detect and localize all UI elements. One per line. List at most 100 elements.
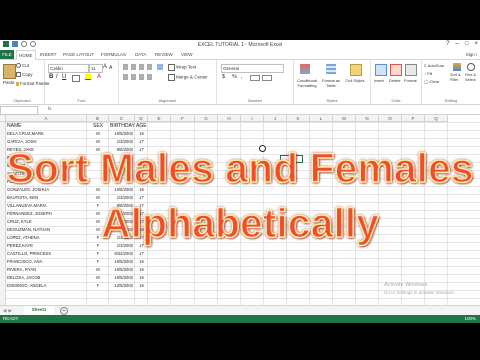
clear-button[interactable]: ◯ Clear [424, 79, 439, 84]
cell-name[interactable]: DELA CRUZ,MARK [7, 130, 44, 138]
insert-cells-icon[interactable] [375, 64, 387, 76]
column-header-g[interactable]: G [195, 115, 218, 122]
column-header-j[interactable]: J [264, 115, 287, 122]
cell-birthday[interactable]: 10/5/2002 [109, 258, 133, 266]
paste-icon[interactable] [3, 64, 16, 79]
column-header-b[interactable]: B [87, 115, 109, 122]
column-header-n[interactable]: N [356, 115, 379, 122]
conditional-formatting-button[interactable]: Conditional Formatting [296, 78, 318, 88]
column-header-c[interactable]: C [109, 115, 135, 122]
percent-format-button[interactable]: % [232, 74, 237, 80]
find-select-icon[interactable] [467, 63, 475, 71]
borders-icon[interactable] [72, 75, 80, 82]
underline-icon[interactable]: U [62, 74, 66, 80]
tab-file[interactable]: FILE [0, 50, 14, 59]
font-color-icon[interactable]: A [97, 74, 101, 80]
decrease-decimal-icon[interactable] [262, 75, 272, 81]
fill-button[interactable]: ↓ Fill [424, 71, 432, 76]
comma-format-button[interactable]: , [241, 74, 243, 80]
delete-cells-button[interactable]: Delete [389, 78, 401, 83]
column-header-i[interactable]: I [241, 115, 264, 122]
font-size-select[interactable]: 11 [89, 64, 103, 73]
cell-sex[interactable]: M [87, 274, 109, 282]
tab-formulas[interactable]: FORMULAS [101, 52, 126, 57]
cell-age[interactable]: 16 [135, 258, 148, 266]
tab-data[interactable]: DATA [135, 52, 146, 57]
delete-cells-icon[interactable] [390, 64, 402, 76]
number-format-select[interactable]: General [221, 64, 284, 73]
format-cells-icon[interactable] [405, 64, 417, 76]
cell-sex[interactable]: M [87, 266, 109, 274]
cell-birthday[interactable]: 10/5/2002 [109, 266, 133, 274]
add-sheet-icon[interactable]: + [60, 307, 68, 315]
cell-styles-button[interactable]: Cell Styles [344, 78, 366, 83]
tab-view[interactable]: VIEW [181, 52, 193, 57]
find-select-button[interactable]: Find & Select [465, 73, 480, 82]
copy-button[interactable]: Copy [16, 72, 33, 78]
grow-font-icon[interactable]: A [103, 64, 107, 70]
insert-cells-button[interactable]: Insert [374, 78, 384, 83]
paste-button[interactable]: Paste [3, 80, 15, 85]
bold-icon[interactable]: B [49, 74, 53, 80]
autosum-button[interactable]: Σ AutoSum [424, 63, 444, 68]
shrink-font-icon[interactable]: A [109, 65, 112, 71]
italic-icon[interactable]: I [56, 74, 58, 80]
column-header-p[interactable]: P [402, 115, 425, 122]
column-header-h[interactable]: H [218, 115, 241, 122]
zoom-level[interactable]: 100% [464, 316, 476, 321]
close-icon[interactable]: × [474, 41, 478, 47]
wrap-text-button[interactable]: Wrap Text [168, 64, 196, 71]
fx-icon[interactable]: fx [48, 106, 52, 111]
cell-birthday[interactable]: 12/5/2002 [109, 282, 133, 290]
orientation-icon[interactable] [157, 64, 163, 70]
cell-age[interactable]: 16 [135, 266, 148, 274]
sort-filter-button[interactable]: Sort & Filter [450, 73, 464, 82]
column-header-m[interactable]: M [333, 115, 356, 122]
header-age[interactable]: AGE [136, 122, 147, 130]
fill-color-icon[interactable] [85, 74, 91, 80]
horizontal-align-icons[interactable] [123, 74, 153, 80]
name-box[interactable] [0, 106, 38, 115]
cell-age[interactable]: 17 [135, 250, 148, 258]
cell-name[interactable]: FRANCISCO, ANA [7, 258, 42, 266]
column-header-d[interactable]: D [135, 115, 148, 122]
column-header-a[interactable]: A [6, 115, 87, 122]
cell-sex[interactable]: F [87, 250, 109, 258]
cell-age[interactable]: 16 [135, 282, 148, 290]
cell-age[interactable]: 16 [135, 274, 148, 282]
conditional-formatting-icon[interactable] [300, 64, 310, 74]
cell-birthday[interactable]: 10/5/2002 [109, 130, 133, 138]
column-header-o[interactable]: O [379, 115, 402, 122]
cell-age[interactable]: 16 [135, 130, 148, 138]
cell-sex[interactable]: F [87, 258, 109, 266]
font-name-select[interactable]: Calibri [48, 64, 89, 73]
tab-insert[interactable]: INSERT [40, 52, 56, 57]
column-header-k[interactable]: K [287, 115, 310, 122]
cut-button[interactable]: Cut [16, 63, 29, 69]
column-header-f[interactable]: F [171, 115, 195, 122]
cell-name[interactable]: RIVERA, RYAN [7, 266, 36, 274]
cell-birthday[interactable]: 10/5/2002 [109, 274, 133, 282]
cell-name[interactable]: DOMINGO, ANGELA [7, 282, 47, 290]
vertical-align-icons[interactable] [123, 64, 153, 70]
cell-name[interactable]: DELOSA, JACOB [7, 274, 40, 282]
sheet-nav-arrows-icon[interactable]: ◀▶ [3, 308, 14, 314]
cell-sex[interactable]: M [87, 130, 109, 138]
sign-in-link[interactable]: Sign i [466, 52, 477, 57]
column-header-e[interactable]: E [148, 115, 171, 122]
format-cells-button[interactable]: Format [404, 78, 417, 83]
tab-page-layout[interactable]: PAGE LAYOUT [63, 52, 94, 57]
header-birthday[interactable]: BIRTHDAY [110, 122, 135, 130]
column-header-l[interactable]: L [310, 115, 333, 122]
increase-decimal-icon[interactable] [250, 75, 260, 81]
tab-review[interactable]: REVIEW [155, 52, 173, 57]
cell-name[interactable]: CASTILLO, PRINCESS [7, 250, 51, 258]
header-name[interactable]: NAME [7, 122, 21, 130]
sort-filter-icon[interactable] [453, 63, 461, 71]
tab-home[interactable]: HOME [16, 50, 36, 60]
cell-birthday[interactable]: 8/22/2002 [109, 250, 133, 258]
merge-center-button[interactable]: Merge & Center [168, 74, 208, 81]
format-as-table-button[interactable]: Format as Table [320, 78, 342, 88]
help-icon[interactable]: ? [446, 41, 449, 47]
maximize-icon[interactable]: □ [465, 41, 469, 47]
